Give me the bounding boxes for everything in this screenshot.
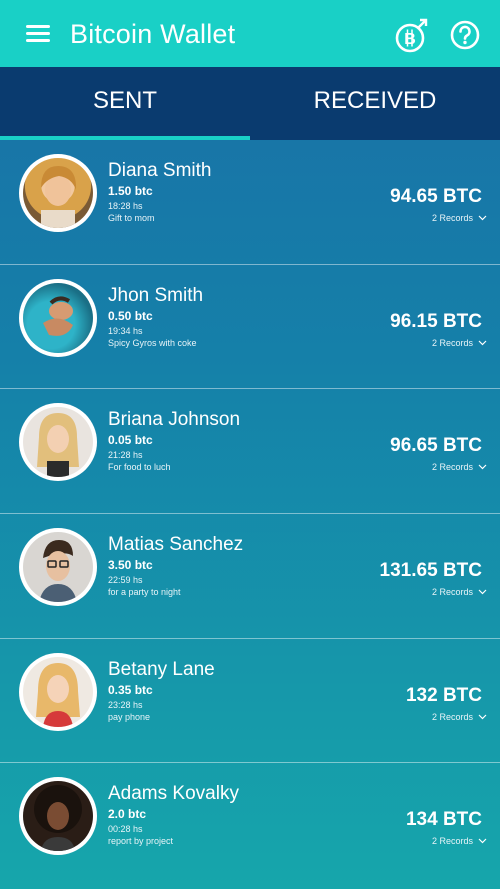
balance-total: 94.65 BTC [390, 186, 482, 207]
chevron-down-icon [478, 464, 487, 470]
transaction-time: 23:28 hs [108, 699, 143, 710]
records-toggle[interactable]: 2 Records [432, 462, 487, 472]
transaction-note: pay phone [108, 711, 151, 722]
transaction-time: 19:34 hs [108, 325, 143, 336]
records-toggle[interactable]: 2 Records [432, 712, 487, 722]
records-label: 2 Records [431, 462, 473, 473]
transaction-row[interactable]: Diana Smith 1.50 btc 18:28 hs Gift to mo… [0, 140, 500, 265]
chevron-down-icon [478, 340, 487, 346]
transaction-time: 00:28 hs [108, 824, 143, 835]
chevron-down-icon [478, 839, 487, 844]
transaction-time: 22:59 hs [108, 575, 143, 586]
transaction-list: Diana Smith 1.50 btc 18:28 hs Gift to mo… [0, 140, 500, 888]
transaction-note: Spicy Gyros with coke [108, 337, 197, 348]
sent-amount: 1.50 btc [108, 184, 153, 198]
app-bar: Bitcoin Wallet B [0, 0, 500, 67]
records-toggle[interactable]: 2 Records [432, 338, 487, 348]
bitcoin-send-icon[interactable]: B [394, 18, 430, 54]
hamburger-menu-icon[interactable] [22, 22, 56, 46]
transaction-row[interactable]: Jhon Smith 0.50 btc 19:34 hs Spicy Gyros… [0, 265, 500, 390]
tab-received[interactable]: RECEIVED [250, 67, 500, 140]
records-toggle[interactable]: 2 Records [432, 213, 487, 223]
sent-amount: 0.50 btc [108, 308, 153, 323]
contact-name: Diana Smith [108, 160, 212, 181]
records-label: 2 Records [431, 711, 473, 722]
transaction-row[interactable]: Adams Kovalky 2.0 btc 00:28 hs report by… [0, 763, 500, 888]
records-label: 2 Records [431, 587, 473, 598]
records-label: 2 Records [431, 337, 473, 348]
balance-total: 96.15 BTC [390, 310, 482, 332]
records-label: 2 Records [431, 836, 473, 847]
transaction-row[interactable]: Betany Lane 0.35 btc 23:28 hs pay phone … [0, 639, 500, 764]
app-title: Bitcoin Wallet [70, 19, 236, 49]
balance-total: 132 BTC [405, 684, 482, 706]
records-label: 2 Records [431, 213, 473, 223]
transaction-row[interactable]: Briana Johnson 0.05 btc 21:28 hs For foo… [0, 389, 500, 515]
balance-total: 134 BTC [405, 809, 482, 831]
contact-name: Jhon Smith [108, 284, 204, 306]
contact-name: Briana Johnson [108, 409, 241, 431]
chevron-down-icon [478, 589, 487, 595]
tab-bar: SENT RECEIVED [0, 67, 500, 140]
avatar [19, 528, 97, 607]
contact-name: Betany Lane [108, 658, 215, 680]
sent-amount: 0.35 btc [108, 682, 153, 697]
transaction-note: For food to luch [108, 462, 171, 473]
tab-sent[interactable]: SENT [0, 67, 250, 140]
transaction-time: 18:28 hs [108, 201, 143, 211]
transaction-note: Gift to mom [108, 213, 155, 223]
contact-name: Adams Kovalky [108, 783, 239, 805]
balance-total: 131.65 BTC [379, 560, 482, 582]
chevron-down-icon [478, 215, 487, 221]
transaction-row[interactable]: Matias Sanchez 3.50 btc 22:59 hs for a p… [0, 514, 500, 639]
avatar [19, 154, 97, 232]
chevron-down-icon [478, 714, 487, 720]
transaction-note: for a party to night [108, 587, 181, 598]
sent-amount: 3.50 btc [108, 558, 153, 573]
contact-name: Matias Sanchez [108, 534, 244, 556]
records-toggle[interactable]: 2 Records [432, 836, 487, 846]
sent-amount: 0.05 btc [108, 433, 153, 448]
balance-total: 96.65 BTC [390, 435, 482, 457]
help-icon[interactable] [450, 20, 480, 50]
sent-amount: 2.0 btc [108, 807, 147, 822]
avatar [19, 652, 97, 731]
transaction-time: 21:28 hs [108, 450, 143, 461]
avatar [19, 278, 97, 357]
avatar [19, 777, 97, 856]
records-toggle[interactable]: 2 Records [432, 587, 487, 597]
svg-text:B: B [404, 31, 416, 48]
transaction-note: report by project [108, 836, 174, 847]
avatar [19, 403, 97, 482]
